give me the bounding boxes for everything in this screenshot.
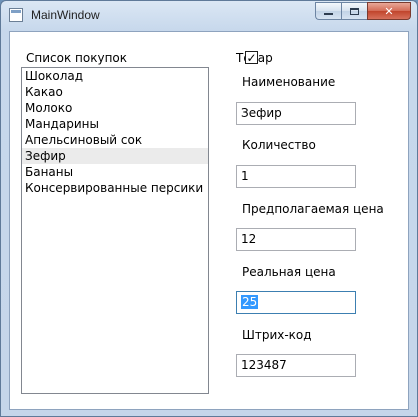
expected-price-label: Предполагаемая цена [242, 202, 384, 216]
real-price-label: Реальная цена [242, 265, 336, 279]
client-area: Список покупок Шоколад Какао Молоко Манд… [9, 31, 409, 410]
maximize-icon [350, 7, 359, 15]
title-bar[interactable]: MainWindow ✕ [1, 1, 417, 31]
window-title: MainWindow [31, 8, 100, 22]
checkmark-icon: ✓ [246, 50, 257, 65]
minimize-button[interactable] [315, 2, 341, 20]
list-item[interactable]: Молоко [22, 100, 208, 116]
minimize-icon [324, 13, 333, 15]
caption-buttons: ✕ [315, 2, 411, 22]
name-field[interactable]: Зефир [236, 102, 356, 125]
list-item[interactable]: Бананы [22, 164, 208, 180]
main-window: MainWindow ✕ Список покупок Шоколад Кака… [0, 0, 418, 417]
name-label: Наименование [242, 75, 336, 89]
window-icon[interactable] [9, 8, 23, 22]
quantity-field[interactable]: 1 [236, 165, 356, 188]
shopping-listbox[interactable]: Шоколад Какао Молоко Мандарины Апельсино… [21, 67, 209, 394]
list-item[interactable]: Апельсиновый сок [22, 132, 208, 148]
real-price-selected-text: 25 [241, 295, 259, 309]
maximize-button[interactable] [341, 2, 367, 20]
barcode-label: Штрих-код [242, 328, 312, 342]
expected-price-field[interactable]: 12 [236, 228, 356, 251]
product-checkbox[interactable]: ✓ [245, 51, 258, 64]
barcode-field[interactable]: 123487 [236, 354, 356, 377]
real-price-field[interactable]: 25 [236, 291, 356, 314]
close-button[interactable]: ✕ [367, 2, 411, 20]
list-item[interactable]: Консервированные персики [22, 180, 208, 196]
list-item-selected[interactable]: Зефир [22, 148, 208, 164]
list-item[interactable]: Шоколад [22, 68, 208, 84]
list-item[interactable]: Какао [22, 84, 208, 100]
close-icon: ✕ [384, 4, 394, 18]
list-item[interactable]: Мандарины [22, 116, 208, 132]
quantity-label: Количество [242, 138, 316, 152]
shopping-list-label: Список покупок [26, 51, 127, 65]
